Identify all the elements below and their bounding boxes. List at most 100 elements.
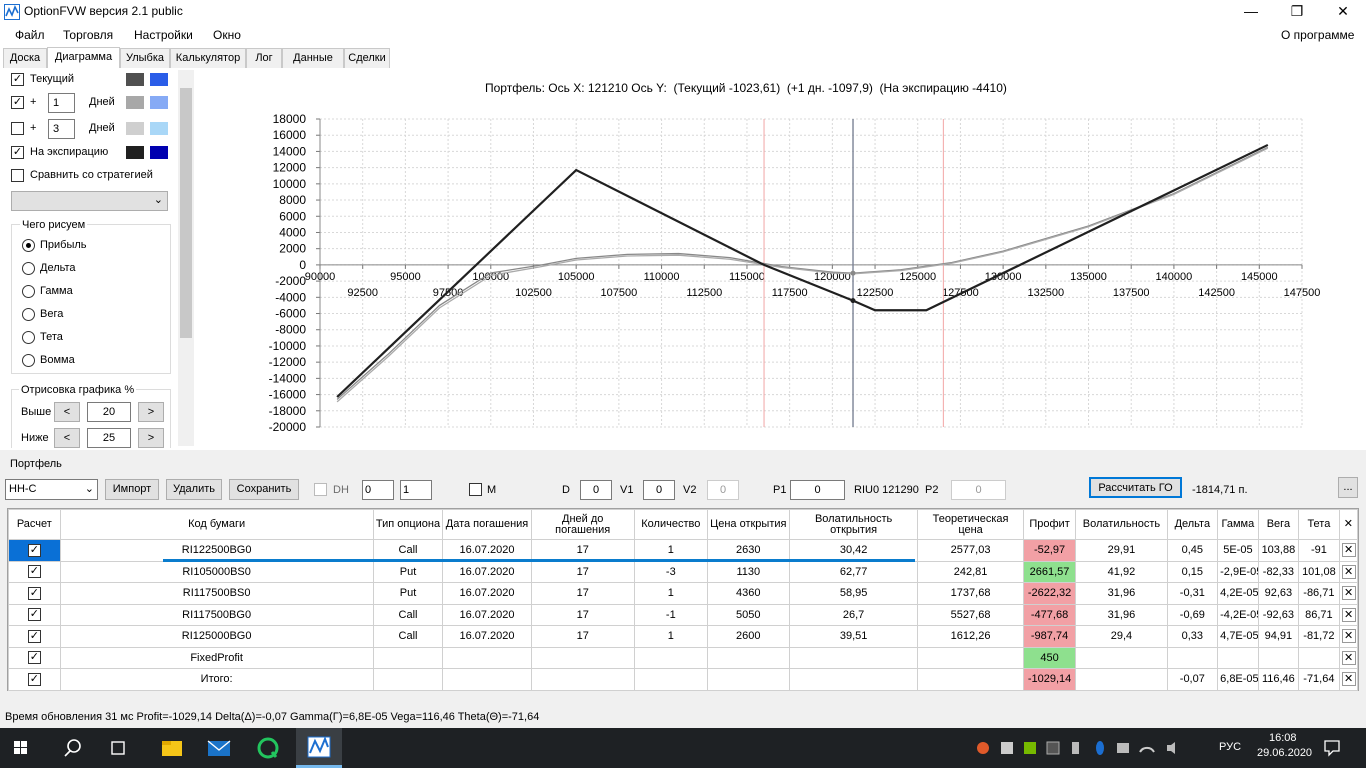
p1-input[interactable]: 0 — [790, 480, 845, 500]
col-open-vol[interactable]: Волатильность открытия — [788, 509, 919, 540]
file-explorer-icon[interactable] — [152, 732, 192, 764]
maximize-button[interactable]: ❐ — [1274, 0, 1320, 24]
row-total[interactable]: ✓ Итого: -1029,14 -0,07 6,8E-05 116,46 -71,64 ✕ — [8, 668, 1359, 691]
save-button[interactable]: Сохранить — [229, 479, 299, 500]
radio-delta[interactable] — [22, 262, 35, 275]
below-input[interactable]: 25 — [87, 428, 131, 448]
plus1-color-2[interactable] — [150, 96, 168, 109]
d-input[interactable]: 0 — [580, 480, 612, 500]
close-button[interactable]: ✕ — [1320, 0, 1366, 24]
col-calc[interactable]: Расчет — [8, 509, 61, 540]
plus3-checkbox[interactable] — [11, 122, 24, 135]
v2-input[interactable]: 0 — [707, 480, 739, 500]
expiry-checkbox[interactable]: ✓ — [11, 146, 24, 159]
clock-time[interactable]: 16:08 — [1269, 732, 1297, 744]
col-days[interactable]: Дней до погашения — [530, 509, 635, 540]
current-color-2[interactable] — [150, 73, 168, 86]
radio-vomma[interactable] — [22, 354, 35, 367]
col-type[interactable]: Тип опциона — [372, 509, 444, 540]
col-code[interactable]: Код бумаги — [59, 509, 374, 540]
minimize-button[interactable]: — — [1228, 0, 1274, 24]
cell-delete-row-button[interactable]: ✕ — [1338, 646, 1359, 669]
scrollbar-thumb[interactable] — [180, 88, 192, 338]
system-tray-icons[interactable] — [975, 740, 1205, 756]
above-increase-button[interactable]: > — [138, 402, 164, 422]
cell-delete-row-button[interactable]: ✕ — [1338, 625, 1359, 648]
cell-calc-checkbox[interactable]: ✓ — [8, 668, 61, 691]
col-expiry-date[interactable]: Дата погашения — [442, 509, 532, 540]
mail-icon[interactable] — [199, 732, 239, 764]
expiry-color-2[interactable] — [150, 146, 168, 159]
menu-file[interactable]: Файл — [15, 28, 45, 42]
row-ri117500bs0[interactable]: ✓ RI117500BS0 Put 16.07.2020 17 1 4360 58,95 173… — [8, 582, 1359, 605]
task-view-icon[interactable] — [98, 732, 138, 764]
row-ri125000bg0[interactable]: ✓ RI125000BG0 Call 16.07.2020 17 1 2600 39,51 16… — [8, 625, 1359, 648]
above-decrease-button[interactable]: < — [54, 402, 80, 422]
tab-calculator[interactable]: Калькулятор — [170, 48, 246, 68]
row-fixed-profit[interactable]: ✓ FixedProfit 450 ✕ — [8, 646, 1359, 669]
tab-log[interactable]: Лог — [246, 48, 282, 68]
cell-calc-checkbox[interactable]: ✓ — [8, 582, 61, 605]
cell-delete-row-button[interactable]: ✕ — [1338, 539, 1359, 562]
col-close[interactable]: ✕ — [1338, 509, 1359, 540]
m-checkbox[interactable] — [469, 483, 482, 496]
tab-deals[interactable]: Сделки — [344, 48, 390, 68]
dh-checkbox[interactable] — [314, 483, 327, 496]
plus3-color-1[interactable] — [126, 122, 144, 135]
notifications-icon[interactable] — [1322, 738, 1342, 758]
optionfvw-taskbar-icon[interactable] — [296, 728, 342, 768]
above-input[interactable]: 20 — [87, 402, 131, 422]
cell-delete-row-button[interactable]: ✕ — [1338, 582, 1359, 605]
cell-calc-checkbox[interactable]: ✓ — [8, 603, 61, 626]
plus3-color-2[interactable] — [150, 122, 168, 135]
portfolio-select[interactable]: НН-С ⌄ — [5, 479, 98, 500]
days1-input[interactable]: 1 — [48, 93, 75, 113]
delete-button[interactable]: Удалить — [166, 479, 222, 500]
radio-profit[interactable] — [22, 239, 35, 252]
row-ri122500bg0[interactable]: ✓ RI122500BG0 Call 16.07.2020 17 1 2630 30,42 25… — [8, 539, 1359, 562]
col-gamma[interactable]: Гамма — [1217, 509, 1259, 540]
expiry-color-1[interactable] — [126, 146, 144, 159]
radio-vega[interactable] — [22, 308, 35, 321]
cell-calc-checkbox[interactable]: ✓ — [8, 539, 61, 562]
col-vol[interactable]: Волатильность — [1075, 509, 1168, 540]
below-increase-button[interactable]: > — [138, 428, 164, 448]
menu-about[interactable]: О программе — [1281, 28, 1354, 42]
cell-delete-row-button[interactable]: ✕ — [1338, 668, 1359, 691]
col-delta[interactable]: Дельта — [1166, 509, 1219, 540]
days3-input[interactable]: 3 — [48, 119, 75, 139]
search-icon[interactable] — [52, 732, 92, 764]
strategy-dropdown[interactable]: ⌄ — [11, 191, 168, 211]
row-ri117500bg0[interactable]: ✓ RI117500BG0 Call 16.07.2020 17 -1 5050 26,7 55… — [8, 603, 1359, 626]
current-color-1[interactable] — [126, 73, 144, 86]
plus1-checkbox[interactable]: ✓ — [11, 96, 24, 109]
v1-input[interactable]: 0 — [643, 480, 675, 500]
tab-diagram[interactable]: Диаграмма — [47, 47, 120, 68]
col-vega[interactable]: Вега — [1257, 509, 1300, 540]
col-qty[interactable]: Количество — [633, 509, 708, 540]
col-open-price[interactable]: Цена открытия — [706, 509, 790, 540]
col-theor-price[interactable]: Теоретическая цена — [917, 509, 1024, 540]
radio-gamma[interactable] — [22, 285, 35, 298]
cell-delete-row-button[interactable]: ✕ — [1338, 560, 1359, 583]
current-checkbox[interactable]: ✓ — [11, 73, 24, 86]
tab-data[interactable]: Данные — [282, 48, 344, 68]
plus1-color-1[interactable] — [126, 96, 144, 109]
cell-calc-checkbox[interactable]: ✓ — [8, 625, 61, 648]
col-profit[interactable]: Профит — [1022, 509, 1077, 540]
dh-spinner-2[interactable]: 1 — [400, 480, 432, 500]
col-theta[interactable]: Тета — [1298, 509, 1340, 540]
radio-theta[interactable] — [22, 331, 35, 344]
menu-settings[interactable]: Настройки — [134, 28, 193, 42]
dh-spinner-1[interactable]: 0 — [362, 480, 394, 500]
left-scrollbar[interactable] — [178, 70, 194, 446]
tab-smile[interactable]: Улыбка — [120, 48, 170, 68]
compare-checkbox[interactable] — [11, 169, 24, 182]
row-ri105000bs0[interactable]: ✓ RI105000BS0 Put 16.07.2020 17 -3 1130 62,77 24… — [8, 560, 1359, 583]
cell-calc-checkbox[interactable]: ✓ — [8, 560, 61, 583]
menu-window[interactable]: Окно — [213, 28, 241, 42]
more-button[interactable]: ... — [1338, 477, 1358, 498]
tab-board[interactable]: Доска — [3, 48, 47, 68]
cell-delete-row-button[interactable]: ✕ — [1338, 603, 1359, 626]
cell-calc-checkbox[interactable]: ✓ — [8, 646, 61, 669]
